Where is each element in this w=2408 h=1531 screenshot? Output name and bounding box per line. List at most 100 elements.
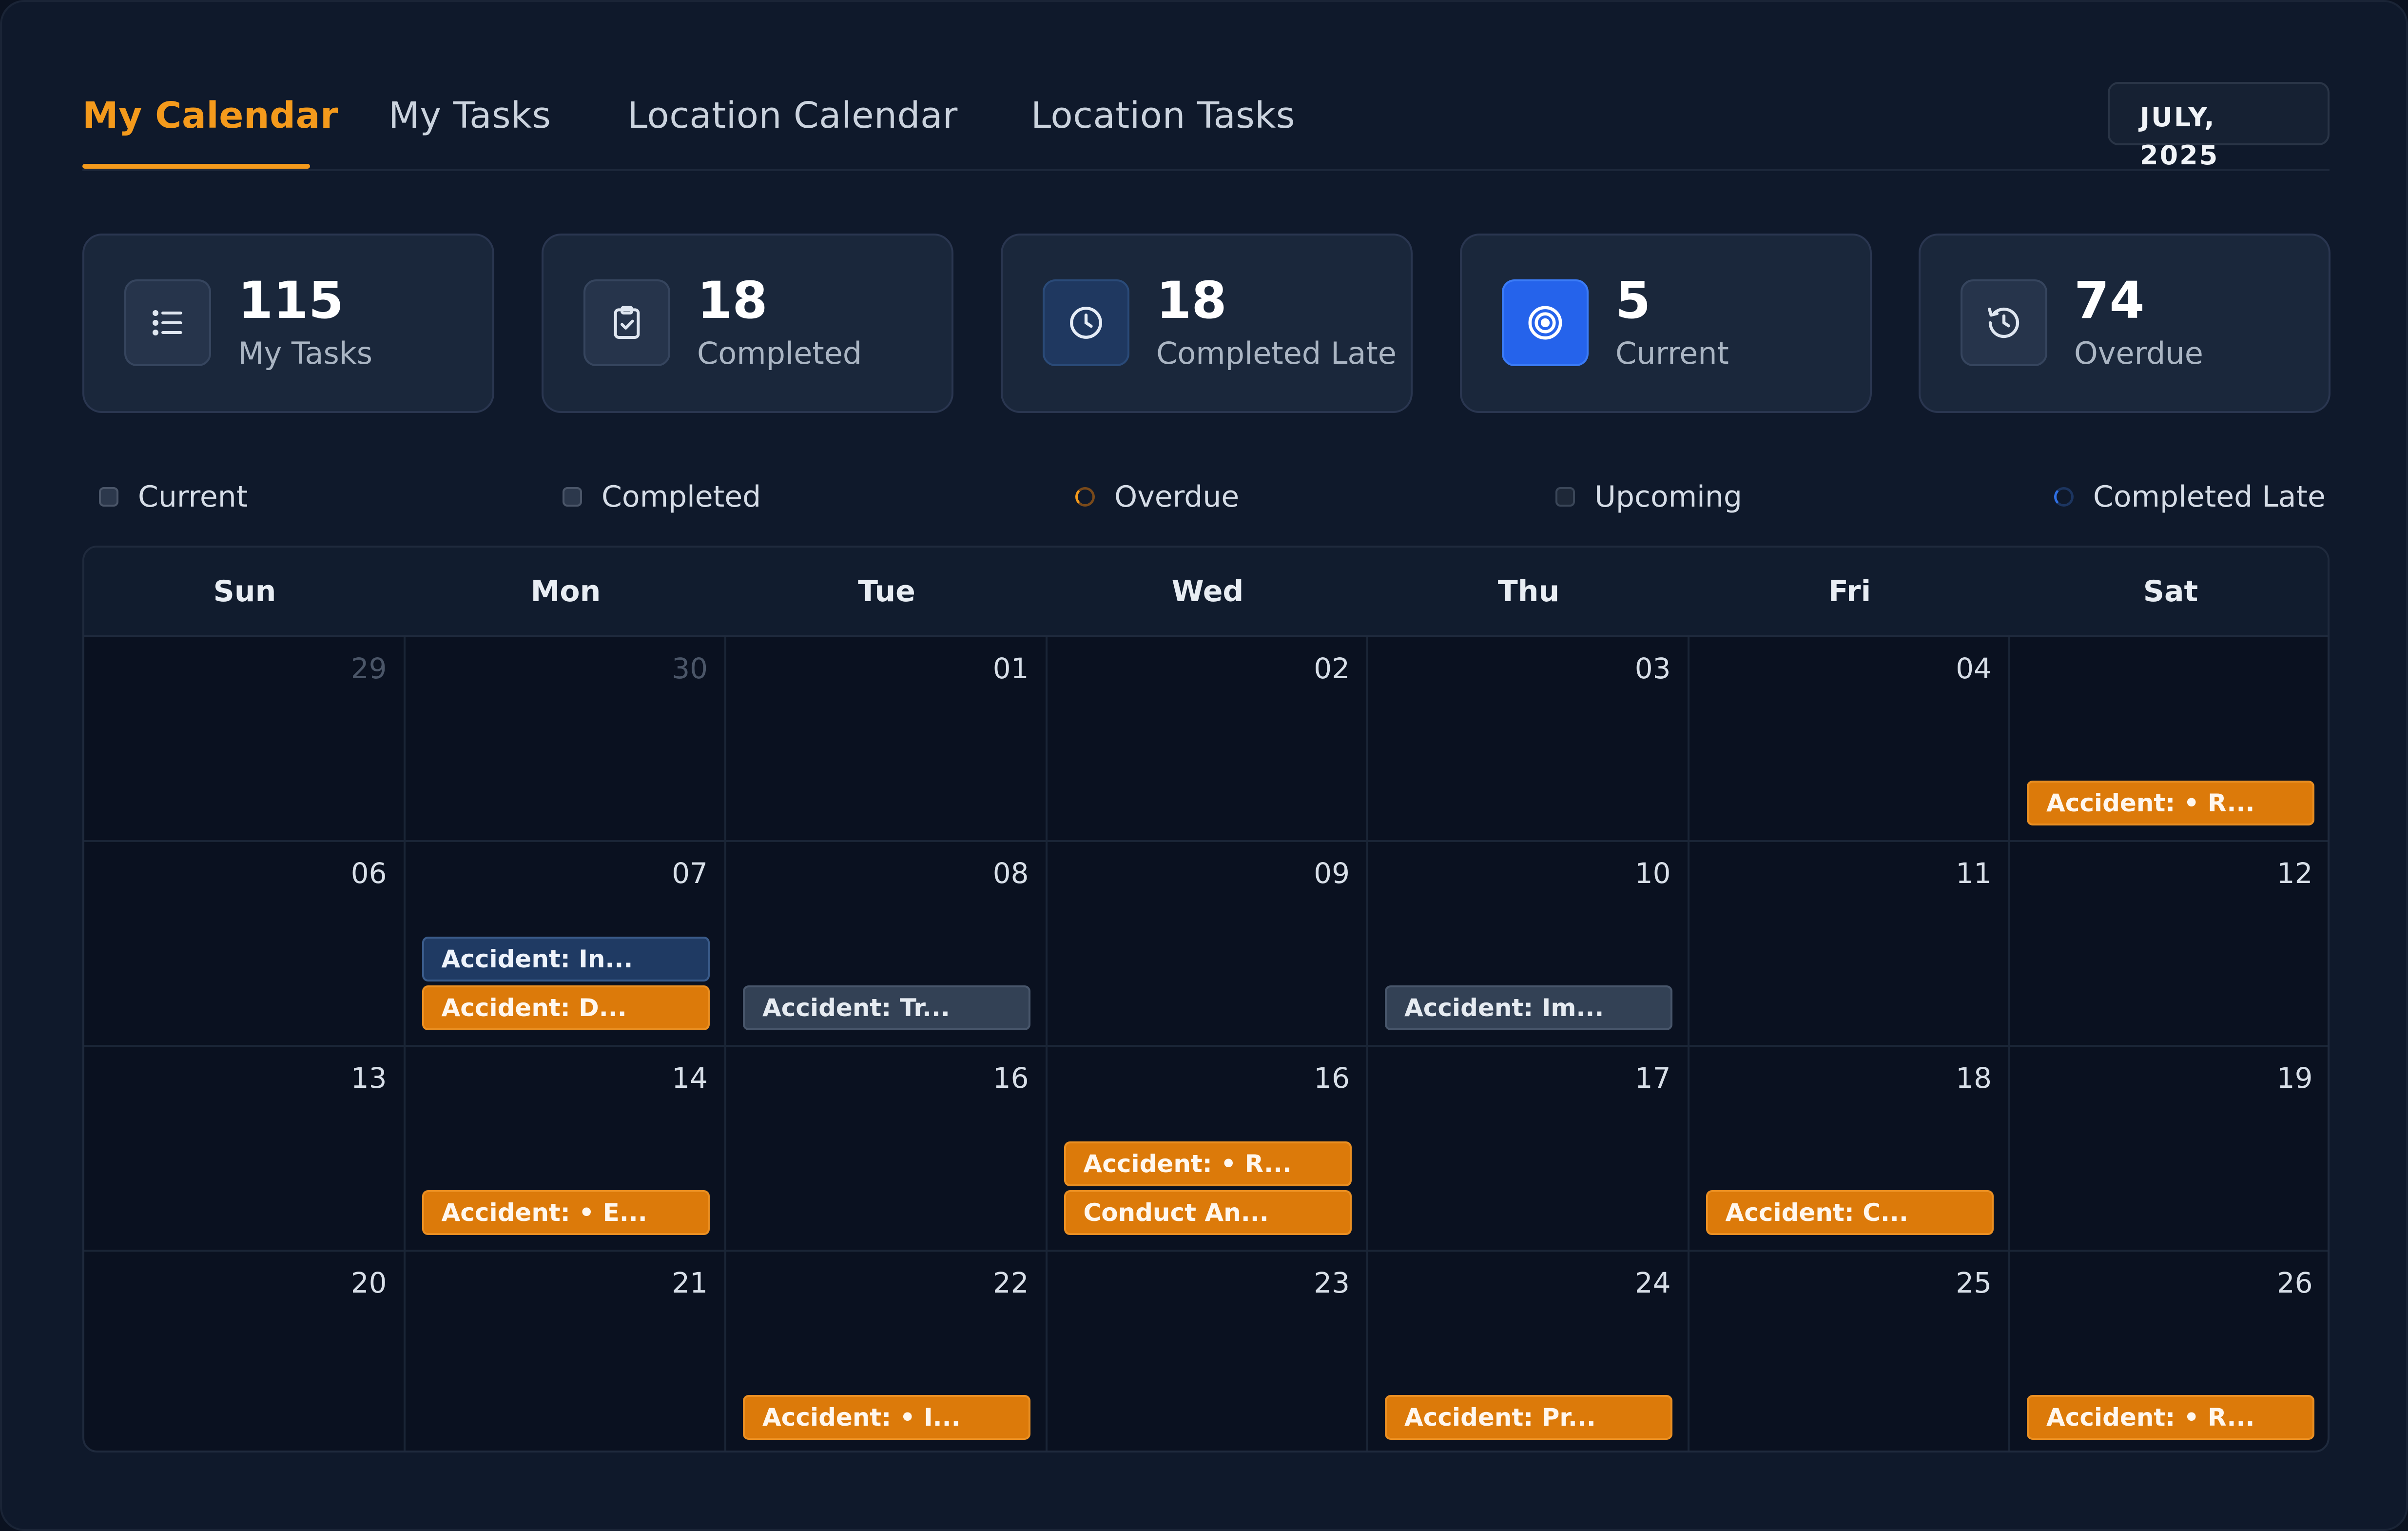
calendar-day-cell[interactable]: 19 [2010,1047,2328,1252]
target-icon [1502,279,1589,366]
tab-my-calendar[interactable]: My Calendar [82,95,338,137]
day-number: 30 [672,652,708,685]
day-number: 16 [1314,1061,1350,1095]
calendar-day-cell[interactable]: 30 [405,637,726,842]
day-number: 25 [1956,1266,1992,1299]
tab-my-tasks[interactable]: My Tasks [388,95,551,137]
day-number: 19 [2276,1061,2313,1095]
day-number: 26 [2276,1266,2313,1299]
legend-swatch [2054,487,2074,507]
calendar-day-cell[interactable]: 18 Accident: C... [1689,1047,2010,1252]
calendar-day-cell[interactable]: 02 [1047,637,1368,842]
calendar-day-cell[interactable]: 14 Accident: • E... [405,1047,726,1252]
calendar-day-cell[interactable]: 16 [726,1047,1048,1252]
calendar-event[interactable]: Accident: • R... [2027,1395,2314,1440]
calendar-day-cell[interactable]: 25 [1689,1252,2010,1451]
day-number: 18 [1956,1061,1992,1095]
stat-card-completed-late[interactable]: 18 Completed Late [1001,234,1413,413]
calendar-day-cell[interactable]: 07 Accident: In... Accident: D... [405,842,726,1047]
day-number: 21 [672,1266,708,1299]
calendar-day-cell[interactable]: 04 [1689,637,2010,842]
calendar-event[interactable]: Accident: Pr... [1385,1395,1672,1440]
stat-card-current[interactable]: 5 Current [1460,234,1872,413]
stat-value: 115 [238,271,344,330]
list-icon [124,279,211,366]
history-icon [1961,279,2047,366]
calendar-day-cell[interactable]: 26 Accident: • R... [2010,1252,2328,1451]
day-number: 03 [1634,652,1671,685]
day-number: 29 [350,652,387,685]
stat-label: Overdue [2074,335,2203,371]
calendar-event[interactable]: Accident: In... [422,937,710,981]
day-number: 11 [1956,857,1992,890]
stat-value: 5 [1615,271,1651,330]
calendar-day-cell[interactable]: 09 [1047,842,1368,1047]
calendar-day-cell[interactable]: Accident: • R... [2010,637,2328,842]
day-number: 22 [992,1266,1029,1299]
app-window: My Calendar My Tasks Location Calendar L… [0,0,2408,1531]
stat-label: My Tasks [238,335,373,371]
calendar-day-cell[interactable]: 22 Accident: • I... [726,1252,1048,1451]
day-number: 01 [992,652,1029,685]
weekday-tue: Tue [858,574,915,608]
calendar-day-cell[interactable]: 01 [726,637,1048,842]
day-number: 10 [1634,857,1671,890]
calendar-event[interactable]: Accident: • R... [1064,1141,1352,1186]
legend-current: Current [99,477,248,516]
stat-card-overdue[interactable]: 74 Overdue [1919,234,2330,413]
legend-completed-late: Completed Late [2054,477,2326,516]
calendar-day-cell[interactable]: 17 [1368,1047,1689,1252]
weekday-wed: Wed [1171,574,1244,608]
month-picker[interactable]: JULY, 2025 [2108,82,2330,171]
calendar-day-cell[interactable]: 23 [1048,1252,1368,1451]
calendar-day-cell[interactable]: 21 [406,1252,726,1451]
clipboard-check-icon [583,279,670,366]
legend-overdue: Overdue [1075,477,1239,516]
weekday-mon: Mon [530,574,601,608]
calendar-event[interactable]: Accident: • I... [743,1395,1030,1440]
legend-swatch [563,487,582,507]
legend-label: Completed Late [2093,480,2326,514]
calendar-event[interactable]: Accident: C... [1706,1190,1994,1235]
calendar-day-cell[interactable]: 24 Accident: Pr... [1368,1252,1689,1451]
day-number: 16 [992,1061,1029,1095]
day-number: 14 [672,1061,708,1095]
day-number: 17 [1634,1061,1671,1095]
weekday-fri: Fri [1828,574,1871,608]
calendar-event[interactable]: Conduct An... [1064,1190,1352,1235]
calendar-day-cell[interactable]: 03 [1368,637,1689,842]
calendar-day-cell[interactable]: 12 [2010,842,2328,1047]
weekday-sun: Sun [213,574,276,608]
stat-label: Current [1615,335,1729,371]
calendar-day-cell[interactable]: 06 [84,842,406,1047]
calendar-event[interactable]: Accident: • E... [422,1190,710,1235]
weekday-sat: Sat [2143,574,2198,608]
calendar-day-cell[interactable]: 20 [84,1252,406,1451]
stat-card-completed[interactable]: 18 Completed [542,234,953,413]
day-number: 07 [672,857,708,890]
legend-label: Overdue [1114,480,1240,514]
stat-label: Completed Late [1156,335,1397,371]
stat-value: 18 [697,271,768,330]
calendar-day-cell[interactable]: 11 [1689,842,2010,1047]
day-number: 02 [1314,652,1350,685]
calendar-day-cell[interactable]: 08 Accident: Tr... [726,842,1048,1047]
tab-location-calendar[interactable]: Location Calendar [627,95,958,137]
calendar-day-cell[interactable]: 13 [84,1047,406,1252]
stat-card-my-tasks[interactable]: 115 My Tasks [82,234,494,413]
tab-location-tasks[interactable]: Location Tasks [1031,95,1295,137]
legend-upcoming: Upcoming [1555,477,1742,516]
calendar-event[interactable]: Accident: Im... [1385,985,1672,1030]
calendar-day-cell[interactable]: 29 [84,637,406,842]
stat-value: 18 [1156,271,1227,330]
calendar-event[interactable]: Accident: • R... [2027,781,2314,825]
legend-label: Current [138,480,248,514]
calendar-day-cell[interactable]: 10 Accident: Im... [1368,842,1689,1047]
calendar-day-cell[interactable]: 16 Accident: • R... Conduct An... [1047,1047,1368,1252]
legend-completed: Completed [563,477,761,516]
legend-swatch [99,487,118,507]
day-number: 04 [1956,652,1992,685]
calendar-event[interactable]: Accident: D... [422,985,710,1030]
legend-label: Completed [602,480,761,514]
calendar-event[interactable]: Accident: Tr... [743,985,1030,1030]
